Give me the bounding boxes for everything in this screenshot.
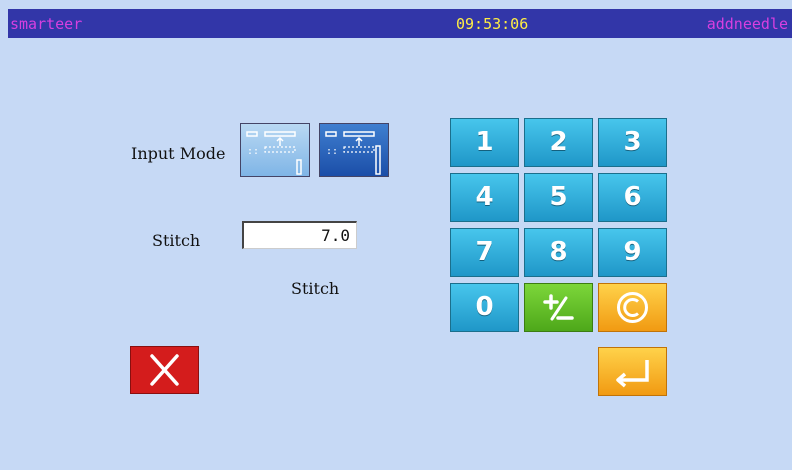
title-bar: smarteer 09:53:06 addneedle xyxy=(8,9,792,38)
svg-text:::: :: xyxy=(247,146,259,157)
stitch-mode-b-icon: :: xyxy=(325,131,381,175)
key-4[interactable]: 4 xyxy=(450,173,519,222)
key-5[interactable]: 5 xyxy=(524,173,593,222)
clock: 09:53:06 xyxy=(456,15,529,33)
input-mode-button-a[interactable]: :: xyxy=(240,123,310,177)
key-8[interactable]: 8 xyxy=(524,228,593,277)
stitch-unit-label: Stitch xyxy=(291,279,340,298)
key-3[interactable]: 3 xyxy=(598,118,667,167)
close-x-icon xyxy=(150,354,179,386)
key-6[interactable]: 6 xyxy=(598,173,667,222)
plus-minus-button[interactable] xyxy=(524,283,593,332)
stitch-mode-a-icon: :: xyxy=(246,131,302,175)
cancel-button[interactable] xyxy=(130,346,199,394)
clear-button[interactable] xyxy=(598,283,667,332)
input-mode-label: Input Mode xyxy=(131,144,226,163)
stitch-label: Stitch xyxy=(152,231,201,250)
svg-text:::: :: xyxy=(326,146,338,157)
input-mode-button-b[interactable]: :: xyxy=(319,123,389,177)
key-9[interactable]: 9 xyxy=(598,228,667,277)
key-2[interactable]: 2 xyxy=(524,118,593,167)
key-7[interactable]: 7 xyxy=(450,228,519,277)
enter-return-icon xyxy=(616,360,649,388)
enter-button[interactable] xyxy=(598,347,667,396)
key-0[interactable]: 0 xyxy=(450,283,519,332)
stitch-input[interactable]: 7.0 xyxy=(242,221,357,249)
key-1[interactable]: 1 xyxy=(450,118,519,167)
copyright-clear-icon xyxy=(617,292,648,323)
screen-name: addneedle xyxy=(706,15,788,33)
machine-name: smarteer xyxy=(10,15,83,33)
plus-minus-icon xyxy=(543,294,574,321)
